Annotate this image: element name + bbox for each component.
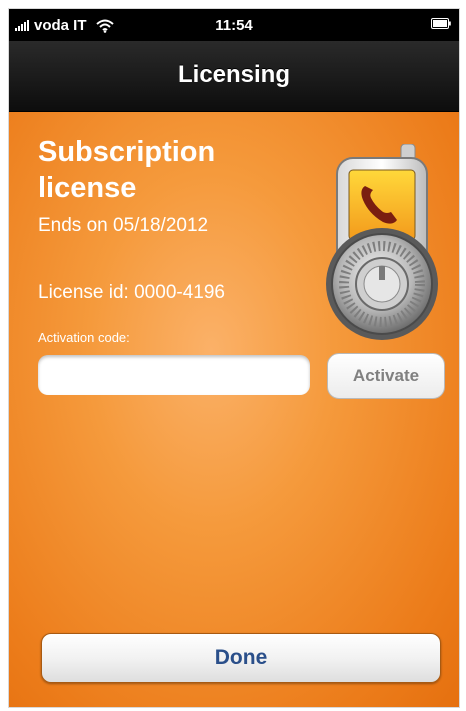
license-id-text: License id: 0000-4196 — [38, 282, 225, 303]
activation-code-label: Activation code: — [38, 330, 130, 345]
battery-icon — [431, 18, 451, 29]
expiry-date-text: Ends on 05/18/2012 — [38, 215, 209, 236]
subscription-title: Subscription license — [38, 136, 216, 204]
status-bar: voda IT 11:54 — [9, 9, 459, 41]
activate-button[interactable]: Activate — [327, 353, 445, 399]
status-time: 11:54 — [215, 17, 253, 34]
page-title: Licensing — [177, 61, 291, 88]
navigation-bar: Licensing — [9, 41, 459, 112]
license-panel: Subscription license Ends on 05/18/2012 … — [9, 112, 459, 707]
app-screen: voda IT 11:54 Licensing Subscription lic… — [8, 8, 460, 708]
activation-code-input[interactable] — [38, 355, 310, 395]
phone-padlock-icon — [326, 144, 438, 340]
done-button[interactable]: Done — [41, 633, 441, 683]
